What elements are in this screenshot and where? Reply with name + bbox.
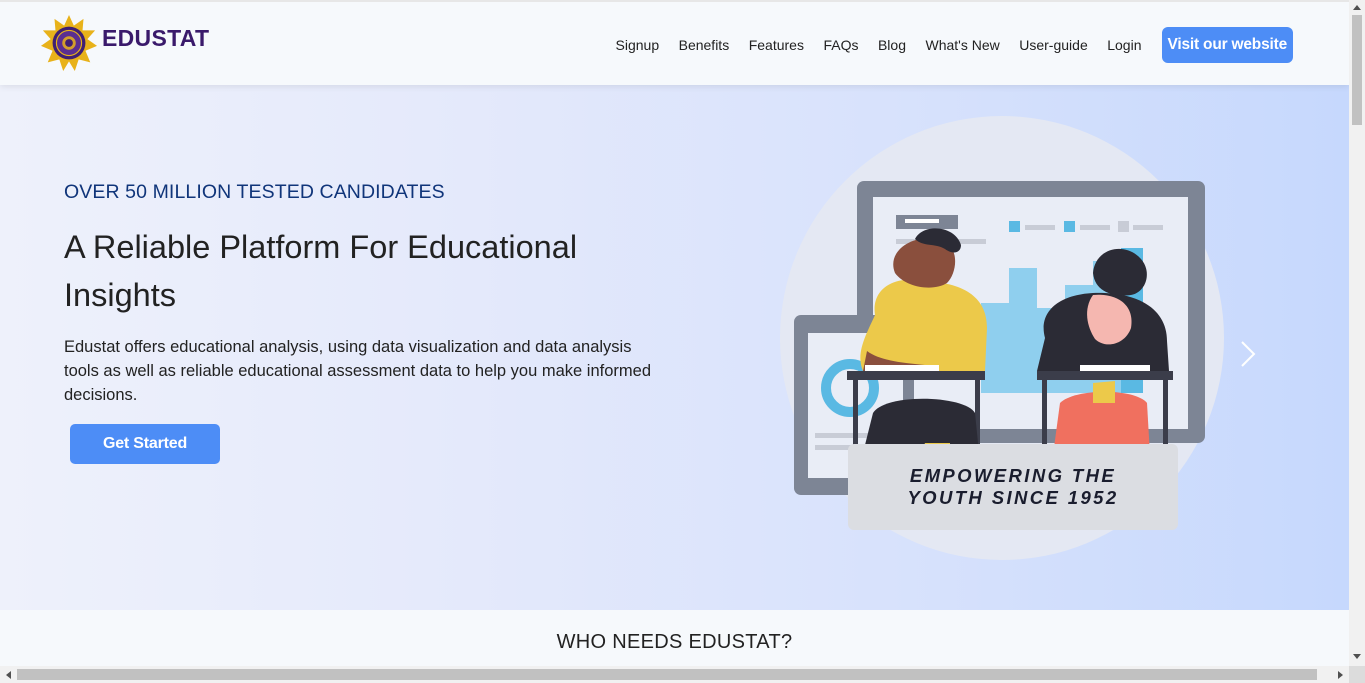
logo[interactable]: EDUSTAT: [40, 14, 209, 72]
scroll-right-arrow-icon[interactable]: [1338, 671, 1343, 679]
site-header: EDUSTAT Signup Benefits Features FAQs Bl…: [0, 0, 1349, 85]
nav-features[interactable]: Features: [749, 28, 804, 62]
vertical-scroll-thumb[interactable]: [1352, 15, 1362, 125]
nav-blog[interactable]: Blog: [878, 28, 906, 62]
vertical-scrollbar[interactable]: [1349, 0, 1365, 666]
nav-faqs[interactable]: FAQs: [823, 28, 858, 62]
waec-seal-icon: [40, 14, 98, 72]
section-heading: WHO NEEDS EDUSTAT?: [556, 631, 793, 653]
scrollbar-corner: [1349, 666, 1365, 683]
nav-login[interactable]: Login: [1107, 28, 1141, 62]
page-viewport: EDUSTAT Signup Benefits Features FAQs Bl…: [0, 0, 1349, 666]
nav-signup[interactable]: Signup: [616, 28, 660, 62]
hero-section: OVER 50 MILLION TESTED CANDIDATES A Reli…: [0, 83, 1349, 610]
visit-website-button[interactable]: Visit our website: [1161, 27, 1293, 63]
hero-title: A Reliable Platform For Educational Insi…: [64, 229, 578, 313]
horizontal-scrollbar[interactable]: [0, 666, 1349, 683]
horizontal-scroll-thumb[interactable]: [17, 669, 1317, 680]
nav-user-guide[interactable]: User-guide: [1019, 28, 1087, 62]
who-needs-section: WHO NEEDS EDUSTAT?: [0, 610, 1349, 666]
caption-line-2: YOUTH SINCE 1952: [907, 487, 1119, 508]
get-started-button[interactable]: Get Started: [70, 424, 220, 464]
scroll-down-arrow-icon[interactable]: [1353, 654, 1361, 659]
chevron-right-icon[interactable]: [1238, 338, 1258, 370]
scroll-up-arrow-icon[interactable]: [1353, 5, 1361, 10]
scroll-left-arrow-icon[interactable]: [6, 671, 11, 679]
main-nav: Signup Benefits Features FAQs Blog What'…: [596, 27, 1293, 63]
hero-caption: EMPOWERING THE YOUTH SINCE 1952: [848, 444, 1178, 530]
caption-line-1: EMPOWERING THE: [909, 465, 1117, 486]
hero-kicker: OVER 50 MILLION TESTED CANDIDATES: [64, 181, 445, 203]
nav-whats-new[interactable]: What's New: [926, 28, 1000, 62]
nav-benefits[interactable]: Benefits: [679, 28, 730, 62]
hero-description: Edustat offers educational analysis, usi…: [64, 338, 651, 404]
brand-name: EDUSTAT: [102, 24, 210, 51]
